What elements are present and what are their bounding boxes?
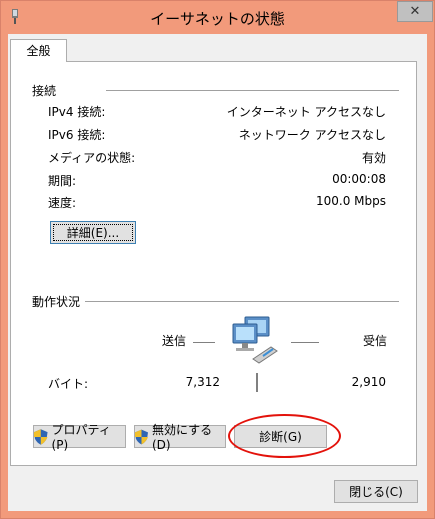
activity-group-label: 動作状況 xyxy=(32,295,81,309)
activity-group-divider xyxy=(85,301,399,302)
connection-group-label: 接続 xyxy=(32,84,57,98)
media-state-label: メディアの状態: xyxy=(48,151,136,165)
general-panel xyxy=(10,61,417,466)
ipv4-label: IPv4 接続: xyxy=(48,105,106,119)
ipv6-value: ネットワーク アクセスなし xyxy=(238,128,386,142)
ipv6-label: IPv6 接続: xyxy=(48,128,106,142)
connection-group-divider xyxy=(106,90,399,91)
details-button[interactable]: 詳細(E)... xyxy=(50,221,136,244)
close-button[interactable]: 閉じる(C) xyxy=(334,480,418,503)
bytes-label: バイト: xyxy=(48,377,89,391)
received-label: 受信 xyxy=(363,334,388,348)
properties-button-label: プロパティ(P) xyxy=(51,423,111,452)
tab-general[interactable]: 全般 xyxy=(10,39,67,62)
ipv4-value: インターネット アクセスなし xyxy=(226,105,386,119)
diagnose-button[interactable]: 診断(G) xyxy=(234,425,327,448)
bytes-received-value: 2,910 xyxy=(351,375,386,389)
bytes-sent-value: 7,312 xyxy=(185,375,220,389)
duration-label: 期間: xyxy=(48,174,77,188)
sent-label: 送信 xyxy=(162,334,187,348)
sent-connector-line xyxy=(193,342,215,343)
window-title: イーサネットの状態 xyxy=(150,10,285,28)
duration-value: 00:00:08 xyxy=(332,172,386,186)
title-bar[interactable]: イーサネットの状態 ✕ xyxy=(1,1,434,34)
received-connector-line xyxy=(291,342,319,343)
disable-button[interactable]: 無効にする(D) xyxy=(134,423,226,452)
uac-shield-icon xyxy=(34,428,48,445)
speed-value: 100.0 Mbps xyxy=(315,194,386,208)
speed-label: 速度: xyxy=(48,196,77,210)
media-state-value: 有効 xyxy=(361,151,386,165)
close-window-button[interactable]: ✕ xyxy=(397,1,433,22)
disable-button-label: 無効にする(D) xyxy=(151,423,213,452)
status-window: イーサネットの状態 ✕ 全般 接続 IPv4 接続: インターネット アクセスな… xyxy=(0,0,435,519)
uac-shield-icon xyxy=(135,429,148,444)
bytes-divider xyxy=(256,373,258,392)
properties-button[interactable]: プロパティ(P) xyxy=(33,423,126,452)
network-computers-icon xyxy=(232,316,278,364)
